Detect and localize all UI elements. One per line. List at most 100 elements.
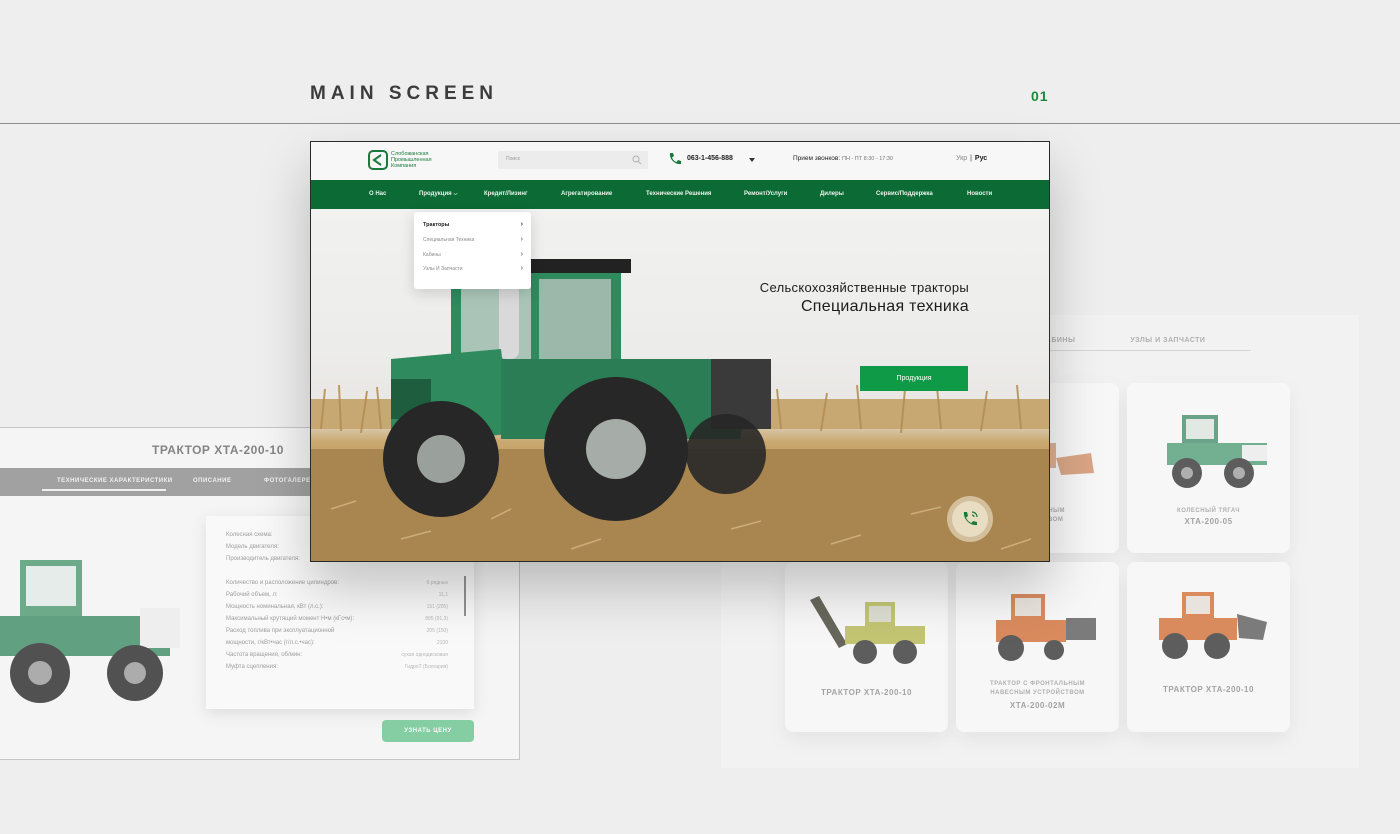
spec-label: Производитель двигателя: xyxy=(226,556,300,562)
search-placeholder: Поиск xyxy=(506,156,520,162)
call-hours-label: Прием звонков: xyxy=(793,155,841,162)
spec-row: Максимальный крутящий момент Н•м (кГс•м)… xyxy=(226,616,448,622)
chevron-right-icon: › xyxy=(520,251,523,258)
catalog-card[interactable]: ТРАКТОР ХТА-200-10 xyxy=(1127,562,1290,732)
dropdown-item-label: Узлы И Запчасти xyxy=(423,266,463,272)
lang-separator: | xyxy=(970,155,972,162)
spec-value: 895 (91,3) xyxy=(425,616,448,622)
lang-rus[interactable]: Рус xyxy=(975,155,987,162)
dropdown-item-label: Специальная Техника xyxy=(423,237,475,243)
site-header: Слобожанская Промышленная Компания Поиск… xyxy=(311,142,1049,181)
chevron-down-icon[interactable] xyxy=(749,157,755,163)
main-nav: О Нас Продукция ⌵ Кредит/Лизинг Агрегатир… xyxy=(311,180,1049,209)
phone-number[interactable]: 063-1-456-888 xyxy=(687,155,733,162)
catalog-card-name: ХТА-200-05 xyxy=(1184,517,1233,526)
tab-specifications[interactable]: ТЕХНИЧЕСКИЕ ХАРАКТЕРИСТИКИ xyxy=(57,478,173,484)
catalog-card-subtitle: ТРАКТОР С ФРОНТАЛЬНЫМ НАВЕСНЫМ УСТРОЙСТВ… xyxy=(989,681,1086,696)
catalog-tabs: КАБИНЫ УЗЛЫ И ЗАПЧАСТИ xyxy=(1041,337,1205,344)
spec-label: мощности, г/кВт•час (г/л.с.•час): xyxy=(226,640,315,646)
catalog-card[interactable]: ТРАКТОР ХТА-200-10 xyxy=(785,562,948,732)
spec-label: Мощность номинальная, кВт (л.с.): xyxy=(226,604,324,610)
logo-text: Слобожанская Промышленная Компания xyxy=(391,151,432,169)
spec-value: ГидроТ (Болгария) xyxy=(404,664,448,670)
spec-label: Расход топлива при эксплуатационной xyxy=(226,628,335,634)
nav-item-service[interactable]: Сервис/Поддержка xyxy=(876,191,933,197)
dropdown-item-special[interactable]: Специальная Техника › xyxy=(423,236,523,243)
call-hours: Прием звонков: ПН - ПТ 8:30 - 17:30 xyxy=(793,155,893,162)
spec-value: 6 рядных xyxy=(426,580,448,586)
chevron-right-icon: › xyxy=(520,236,523,243)
trencher-tractor-image xyxy=(810,596,925,664)
spec-label: Рабочий объем, л: xyxy=(226,592,278,598)
catalog-card-name: ХТА-200-02М xyxy=(1009,701,1066,710)
site-logo[interactable]: Слобожанская Промышленная Компания xyxy=(368,150,439,170)
presentation-number: 01 xyxy=(1031,88,1049,104)
catalog-tab-line xyxy=(1031,350,1251,351)
nav-item-dealers[interactable]: Дилеры xyxy=(820,191,844,197)
mulcher-tractor-image xyxy=(996,594,1096,661)
spec-row: Рабочий объем, л: 11,1 xyxy=(226,592,448,598)
nav-item-products[interactable]: Продукция ⌵ xyxy=(419,191,457,197)
dropdown-item-label: Кабины xyxy=(423,252,441,258)
call-button[interactable] xyxy=(952,501,988,537)
spec-row: Муфта сцепления: ГидроТ (Болгария) xyxy=(226,664,448,670)
search-icon[interactable] xyxy=(632,155,642,165)
front-loader-tractor-image xyxy=(1159,592,1267,659)
green-tractor-image xyxy=(1167,415,1267,488)
nav-item-aggregation[interactable]: Агрегатирование xyxy=(561,191,612,197)
tab-description[interactable]: ОПИСАНИЕ xyxy=(193,478,231,484)
spec-value: 205 (150) xyxy=(426,628,448,634)
spec-value: 2100 xyxy=(436,640,448,646)
lang-ukr[interactable]: Укр xyxy=(956,155,967,162)
dropdown-item-parts[interactable]: Узлы И Запчасти › xyxy=(423,265,523,272)
nav-item-credit[interactable]: Кредит/Лизинг xyxy=(484,191,527,197)
spec-row: Расход топлива при эксплуатационной 205 (… xyxy=(226,628,448,634)
product-title: ТРАКТОР ХТА-200-10 xyxy=(152,443,284,457)
spec-row: Мощность номинальная, кВт (л.с.): 151 (20… xyxy=(226,604,448,610)
spec-value: 11,1 xyxy=(438,592,448,598)
spec-label: Количество и расположение цилиндров: xyxy=(226,580,339,586)
products-button[interactable]: Продукция xyxy=(860,366,968,391)
hero-heading: Сельскохозяйственные тракторы xyxy=(759,280,969,295)
tab-gallery[interactable]: ФОТОГАЛЕРЕЯ xyxy=(264,478,315,484)
spec-label: Колесная схема: xyxy=(226,532,273,538)
spec-row: Количество и расположение цилиндров: 6 ря… xyxy=(226,580,448,586)
get-price-button[interactable]: УЗНАТЬ ЦЕНУ xyxy=(382,720,474,742)
presentation-title: MAIN SCREEN xyxy=(310,83,499,104)
call-hours-value: ПН - ПТ 8:30 - 17:30 xyxy=(841,156,893,162)
catalog-card-subtitle: КОЛЕСНЫЙ ТЯГАЧ xyxy=(1177,508,1240,514)
spec-label: Частота вращения, об/мин: xyxy=(226,652,303,658)
product-tractor-image xyxy=(0,560,180,703)
chevron-right-icon: › xyxy=(520,265,523,272)
nav-item-solutions[interactable]: Технические Решения xyxy=(646,191,711,197)
catalog-tab-parts[interactable]: УЗЛЫ И ЗАПЧАСТИ xyxy=(1130,337,1205,344)
specs-scrollbar[interactable] xyxy=(464,576,466,616)
catalog-card-name: ТРАКТОР ХТА-200-10 xyxy=(821,688,912,697)
catalog-card[interactable]: КОЛЕСНЫЙ ТЯГАЧ ХТА-200-05 xyxy=(1127,383,1290,553)
chevron-right-icon: › xyxy=(520,221,523,228)
dropdown-item-cabins[interactable]: Кабины › xyxy=(423,251,523,258)
nav-item-about[interactable]: О Нас xyxy=(369,191,386,197)
catalog-card[interactable]: ТРАКТОР С ФРОНТАЛЬНЫМ НАВЕСНЫМ УСТРОЙСТВ… xyxy=(956,562,1119,732)
search-input[interactable]: Поиск xyxy=(498,151,648,169)
hero-subheading: Специальная техника xyxy=(800,298,969,315)
presentation-divider xyxy=(0,123,1400,124)
spec-value: сухая однодисковая xyxy=(401,652,448,658)
logo-icon xyxy=(368,150,388,170)
spec-label: Максимальный крутящий момент Н•м (кГс•м)… xyxy=(226,616,355,622)
spec-value: 151 (205) xyxy=(426,604,448,610)
nav-item-news[interactable]: Новости xyxy=(967,191,992,197)
spec-label: Модель двигателя: xyxy=(226,544,279,550)
phone-icon xyxy=(669,153,681,165)
dropdown-item-tractors[interactable]: Тракторы › xyxy=(423,221,523,228)
spec-row: мощности, г/кВт•час (г/л.с.•час): 2100 xyxy=(226,640,448,646)
catalog-card-name: ТРАКТОР ХТА-200-10 xyxy=(1163,685,1254,694)
products-dropdown: Тракторы › Специальная Техника › Кабины › У… xyxy=(414,212,531,289)
active-tab-underline xyxy=(42,489,166,491)
chevron-down-icon: ⌵ xyxy=(453,191,458,197)
nav-item-repair[interactable]: Ремонт/Услуги xyxy=(744,191,787,197)
phone-call-icon xyxy=(963,511,978,526)
nav-item-label: Продукция xyxy=(419,191,452,197)
spec-row: Частота вращения, об/мин: сухая однодиско… xyxy=(226,652,448,658)
dropdown-item-label: Тракторы xyxy=(423,222,450,228)
